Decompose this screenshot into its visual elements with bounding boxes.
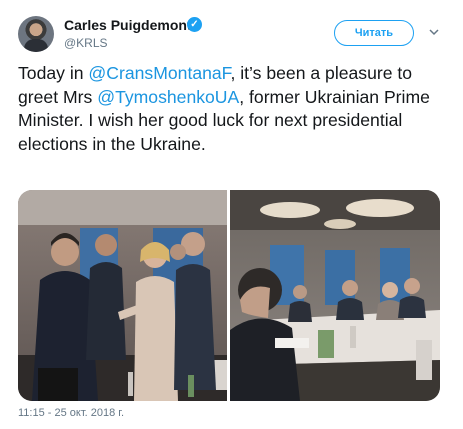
mention-link[interactable]: @CransMontanaF bbox=[88, 63, 230, 83]
mention-link[interactable]: @TymoshenkoUA bbox=[97, 87, 239, 107]
tweet-timestamp[interactable]: 11:15 - 25 окт. 2018 г. bbox=[18, 407, 124, 419]
verified-badge-icon: ✓ bbox=[187, 17, 202, 32]
avatar[interactable] bbox=[18, 16, 54, 52]
tweet-text-part: Today in bbox=[18, 63, 89, 83]
follow-button[interactable]: Читать bbox=[334, 20, 414, 46]
author-display-name[interactable]: Carles Puigdemont bbox=[64, 17, 192, 33]
photo-handshake[interactable] bbox=[18, 190, 227, 401]
photo-conference-table[interactable] bbox=[230, 190, 440, 401]
author-handle[interactable]: @KRLS bbox=[64, 36, 108, 50]
chevron-down-icon[interactable] bbox=[428, 25, 440, 37]
tweet-text: Today in @CransMontanaF, it’s been a ple… bbox=[18, 62, 448, 156]
